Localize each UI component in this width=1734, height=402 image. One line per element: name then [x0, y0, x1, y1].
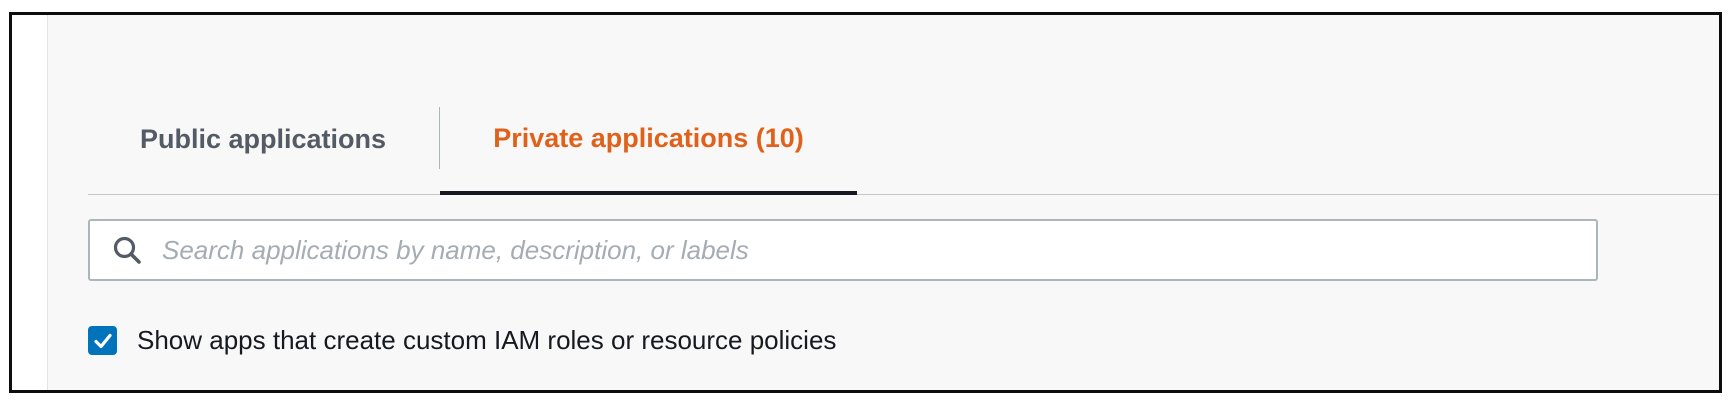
app-frame: Public applications Private applications…	[9, 12, 1722, 393]
tab-public-applications-label: Public applications	[139, 124, 387, 154]
search-box	[88, 219, 1598, 281]
show-iam-apps-label: Show apps that create custom IAM roles o…	[137, 325, 837, 355]
search-icon	[110, 233, 144, 267]
custom-iam-filter: Show apps that create custom IAM roles o…	[88, 325, 836, 356]
application-tabs: Public applications Private applications…	[88, 85, 1719, 195]
search-input[interactable]	[162, 221, 1596, 279]
checkmark-icon	[93, 333, 112, 348]
tab-private-applications-label: Private applications (10)	[493, 122, 804, 153]
show-iam-apps-checkbox[interactable]	[88, 326, 117, 355]
applications-panel: Public applications Private applications…	[47, 15, 1719, 390]
tab-private-applications[interactable]: Private applications (10)	[440, 85, 857, 195]
tab-public-applications[interactable]: Public applications	[88, 85, 438, 194]
